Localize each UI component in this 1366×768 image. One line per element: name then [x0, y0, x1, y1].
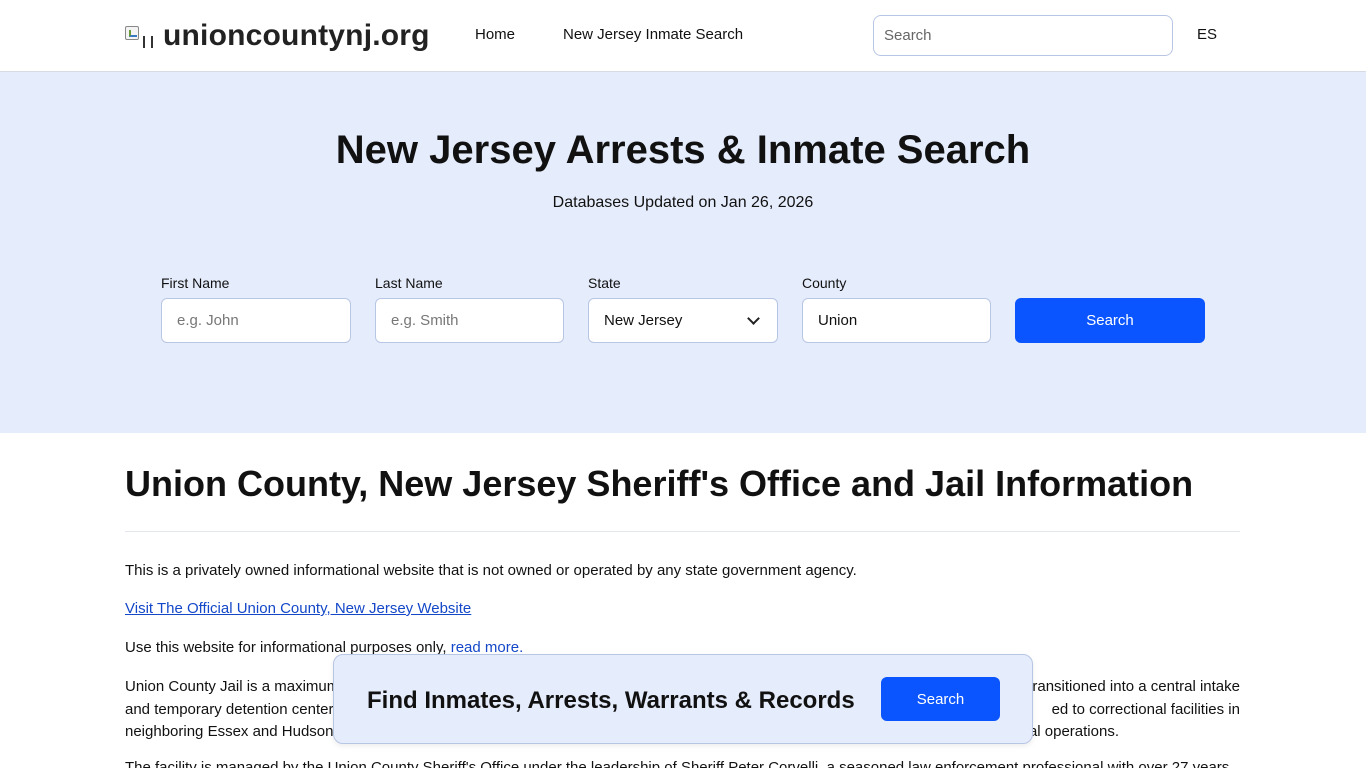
last-name-input[interactable]	[375, 298, 564, 343]
floating-banner-text: Find Inmates, Arrests, Warrants & Record…	[367, 687, 855, 714]
jail-text-line2-right: ed to correctional facilities in	[1051, 700, 1240, 718]
jail-text-line3-right: al operations.	[1028, 723, 1119, 740]
state-select-value: New Jersey	[604, 312, 683, 329]
hero-title: New Jersey Arrests & Inmate Search	[335, 128, 1031, 172]
last-name-label: Last Name	[375, 275, 443, 291]
first-name-label: First Name	[161, 275, 230, 291]
database-updated-text: Databases Updated on Jan 26, 2026	[552, 194, 814, 211]
broken-image-icon	[125, 22, 157, 50]
first-name-input[interactable]	[161, 298, 351, 343]
header-search-input[interactable]	[873, 15, 1173, 56]
site-header: unioncountynj.org Home New Jersey Inmate…	[0, 0, 1366, 72]
floating-search-banner: Find Inmates, Arrests, Warrants & Record…	[333, 654, 1033, 744]
chevron-down-icon	[747, 311, 760, 325]
nav-inmate-search-link[interactable]: New Jersey Inmate Search	[563, 26, 743, 43]
county-input-value: Union	[818, 312, 858, 329]
state-label: State	[588, 275, 621, 291]
facility-paragraph: The facility is managed by the Union Cou…	[125, 759, 1230, 768]
hero-section: New Jersey Arrests & Inmate Search Datab…	[0, 72, 1366, 433]
jail-text-line3-left: neighboring Essex and Hudson	[125, 723, 334, 740]
jail-text-line1-left: Union County Jail is a maximum	[125, 678, 340, 695]
title-divider	[125, 531, 1240, 532]
floating-search-button[interactable]: Search	[881, 677, 1000, 721]
jail-text-line1-right: ransitioned into a central intake	[1032, 678, 1240, 695]
page-title: Union County, New Jersey Sheriff's Offic…	[125, 463, 1194, 504]
county-label: County	[802, 275, 847, 291]
hero-search-button[interactable]: Search	[1015, 298, 1205, 343]
official-website-link[interactable]: Visit The Official Union County, New Jer…	[125, 600, 471, 617]
disclaimer-text: This is a privately owned informational …	[125, 562, 857, 579]
official-link-paragraph: Visit The Official Union County, New Jer…	[125, 598, 1240, 621]
jail-text-line2-left: and temporary detention center	[125, 700, 334, 718]
site-name: unioncountynj.org	[163, 19, 430, 52]
state-select[interactable]: New Jersey	[588, 298, 778, 343]
county-input[interactable]: Union	[802, 298, 991, 343]
language-toggle[interactable]: ES	[1197, 26, 1217, 43]
site-logo-link[interactable]: unioncountynj.org	[125, 18, 430, 54]
nav-home-link[interactable]: Home	[475, 26, 515, 43]
